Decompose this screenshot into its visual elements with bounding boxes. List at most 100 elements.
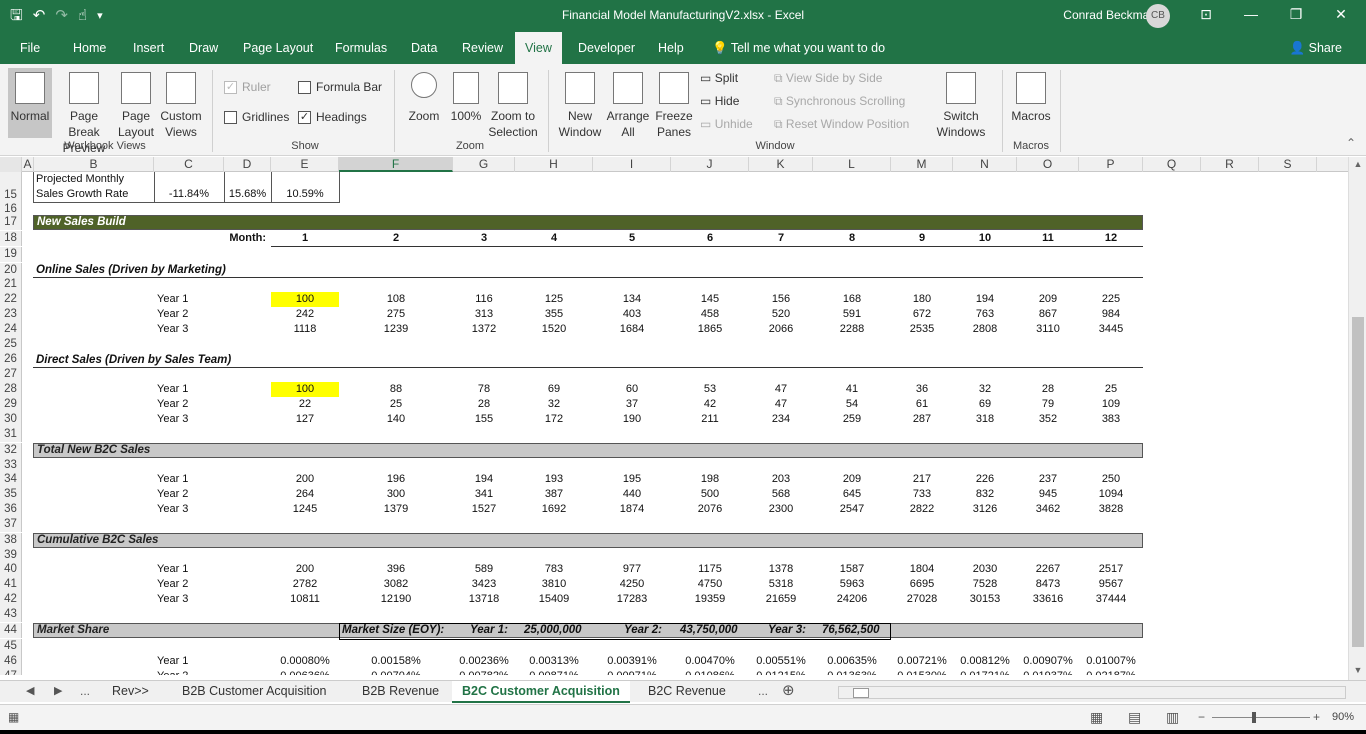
data-cell[interactable]: 10811 bbox=[271, 593, 339, 605]
add-sheet-icon[interactable]: ⊕ bbox=[782, 681, 795, 699]
data-cell[interactable]: 140 bbox=[339, 413, 453, 425]
more-sheets-left[interactable]: ... bbox=[80, 684, 90, 698]
view-side-by-side-button[interactable]: ⧉ View Side by Side bbox=[774, 71, 882, 86]
col-header-s[interactable]: S bbox=[1259, 157, 1317, 172]
year-label[interactable]: Year 2 bbox=[157, 578, 188, 590]
data-cell[interactable]: 21659 bbox=[749, 593, 813, 605]
col-header-k[interactable]: K bbox=[749, 157, 813, 172]
macro-record-icon[interactable]: ▦ bbox=[8, 710, 19, 724]
data-cell[interactable]: 300 bbox=[339, 488, 453, 500]
data-cell[interactable]: 88 bbox=[339, 383, 453, 395]
data-cell[interactable]: 194 bbox=[453, 473, 515, 485]
data-cell[interactable]: 0.00907% bbox=[1017, 655, 1079, 667]
data-cell[interactable]: 2076 bbox=[671, 503, 749, 515]
col-header-q[interactable]: Q bbox=[1143, 157, 1201, 172]
data-cell[interactable]: 1804 bbox=[891, 563, 953, 575]
row-header[interactable]: 17 bbox=[0, 215, 22, 230]
worksheet-grid[interactable]: Projected Monthly Sales Growth Rate -11.… bbox=[0, 172, 1348, 675]
tab-formulas[interactable]: Formulas bbox=[335, 41, 387, 55]
data-cell[interactable]: 2300 bbox=[749, 503, 813, 515]
month-cell[interactable]: 1 bbox=[271, 232, 339, 244]
data-cell[interactable]: 7528 bbox=[953, 578, 1017, 590]
data-cell[interactable]: 0.00158% bbox=[339, 655, 453, 667]
data-cell[interactable]: 0.01363% bbox=[813, 670, 891, 675]
data-cell[interactable]: 945 bbox=[1017, 488, 1079, 500]
macros-button[interactable]: Macros bbox=[1008, 72, 1054, 124]
data-cell[interactable]: 0.02187% bbox=[1079, 670, 1143, 675]
data-cell[interactable]: 520 bbox=[749, 308, 813, 320]
formula-bar-checkbox[interactable]: Formula Bar bbox=[298, 80, 382, 94]
data-cell[interactable]: 30153 bbox=[953, 593, 1017, 605]
collapse-ribbon-icon[interactable]: ⌃ bbox=[1346, 136, 1356, 150]
data-cell[interactable]: 1874 bbox=[593, 503, 671, 515]
data-cell[interactable]: 0.00236% bbox=[453, 655, 515, 667]
data-cell[interactable]: 33616 bbox=[1017, 593, 1079, 605]
data-cell[interactable]: 217 bbox=[891, 473, 953, 485]
month-label[interactable]: Month: bbox=[154, 232, 266, 244]
data-cell[interactable]: 0.01007% bbox=[1079, 655, 1143, 667]
data-cell[interactable]: 645 bbox=[813, 488, 891, 500]
row-header[interactable]: 36 bbox=[0, 502, 22, 517]
row-header[interactable]: 21 bbox=[0, 277, 22, 292]
data-cell[interactable]: 672 bbox=[891, 308, 953, 320]
row-header[interactable]: 23 bbox=[0, 307, 22, 322]
page-break-icon[interactable]: ▥ bbox=[1166, 709, 1179, 726]
month-cell[interactable]: 3 bbox=[453, 232, 515, 244]
tab-review[interactable]: Review bbox=[462, 41, 503, 55]
arrange-all-button[interactable]: Arrange All bbox=[604, 72, 652, 140]
month-cell[interactable]: 5 bbox=[593, 232, 671, 244]
data-cell[interactable]: 0.00812% bbox=[953, 655, 1017, 667]
row-header[interactable]: 47 bbox=[0, 669, 22, 675]
zoom-slider-thumb[interactable] bbox=[1252, 712, 1256, 723]
data-cell[interactable]: 203 bbox=[749, 473, 813, 485]
more-sheets-right[interactable]: ... bbox=[758, 684, 768, 698]
data-cell[interactable]: 2288 bbox=[813, 323, 891, 335]
data-cell[interactable]: 3126 bbox=[953, 503, 1017, 515]
data-cell[interactable]: 1094 bbox=[1079, 488, 1143, 500]
minimize-icon[interactable]: — bbox=[1241, 6, 1261, 22]
data-cell[interactable]: 134 bbox=[593, 293, 671, 305]
data-cell[interactable]: 36 bbox=[891, 383, 953, 395]
sheet-tab-b2c-revenue[interactable]: B2C Revenue bbox=[638, 681, 736, 703]
col-header-n[interactable]: N bbox=[953, 157, 1017, 172]
data-cell[interactable]: 41 bbox=[813, 383, 891, 395]
row-header[interactable]: 32 bbox=[0, 443, 22, 458]
col-header-p[interactable]: P bbox=[1079, 157, 1143, 172]
scroll-up-icon[interactable]: ▲ bbox=[1349, 159, 1366, 169]
data-cell[interactable]: 32 bbox=[953, 383, 1017, 395]
switch-windows-button[interactable]: Switch Windows bbox=[930, 72, 992, 140]
data-cell[interactable]: 9567 bbox=[1079, 578, 1143, 590]
tab-developer[interactable]: Developer bbox=[578, 41, 635, 55]
row-header[interactable]: 41 bbox=[0, 577, 22, 592]
market-size-label[interactable]: Market Size (EOY): bbox=[342, 624, 444, 636]
row-header[interactable]: 46 bbox=[0, 654, 22, 669]
synchronous-scrolling-button[interactable]: ⧉ Synchronous Scrolling bbox=[774, 94, 905, 109]
row-header[interactable]: 43 bbox=[0, 607, 22, 622]
data-cell[interactable]: 37 bbox=[593, 398, 671, 410]
data-cell[interactable]: 211 bbox=[671, 413, 749, 425]
year-label[interactable]: Year 2 bbox=[157, 670, 188, 675]
restore-icon[interactable]: ❐ bbox=[1286, 6, 1306, 23]
data-cell[interactable]: 3110 bbox=[1017, 323, 1079, 335]
year1-size-label[interactable]: Year 1: bbox=[470, 624, 508, 636]
zoom-to-selection-button[interactable]: Zoom to Selection bbox=[486, 72, 540, 140]
data-cell[interactable]: 0.00470% bbox=[671, 655, 749, 667]
data-cell[interactable]: 589 bbox=[453, 563, 515, 575]
data-cell[interactable]: 2066 bbox=[749, 323, 813, 335]
tab-file[interactable]: File bbox=[20, 41, 40, 55]
data-cell[interactable]: 264 bbox=[271, 488, 339, 500]
data-cell[interactable]: 0.00313% bbox=[515, 655, 593, 667]
data-cell[interactable]: 2547 bbox=[813, 503, 891, 515]
data-cell[interactable]: 13718 bbox=[453, 593, 515, 605]
vertical-scroll-thumb[interactable] bbox=[1352, 317, 1364, 647]
data-cell[interactable]: 355 bbox=[515, 308, 593, 320]
data-cell[interactable]: 27028 bbox=[891, 593, 953, 605]
next-sheet-icon[interactable]: ▶ bbox=[54, 684, 62, 697]
year3-size[interactable]: 76,562,500 bbox=[822, 624, 880, 636]
year-label[interactable]: Year 3 bbox=[157, 503, 188, 515]
sheet-tab-b2c-customer-acquisition[interactable]: B2C Customer Acquisition bbox=[452, 681, 630, 703]
data-cell[interactable]: 0.01937% bbox=[1017, 670, 1079, 675]
data-cell[interactable]: 1865 bbox=[671, 323, 749, 335]
data-cell[interactable]: 250 bbox=[1079, 473, 1143, 485]
data-cell[interactable]: 313 bbox=[453, 308, 515, 320]
